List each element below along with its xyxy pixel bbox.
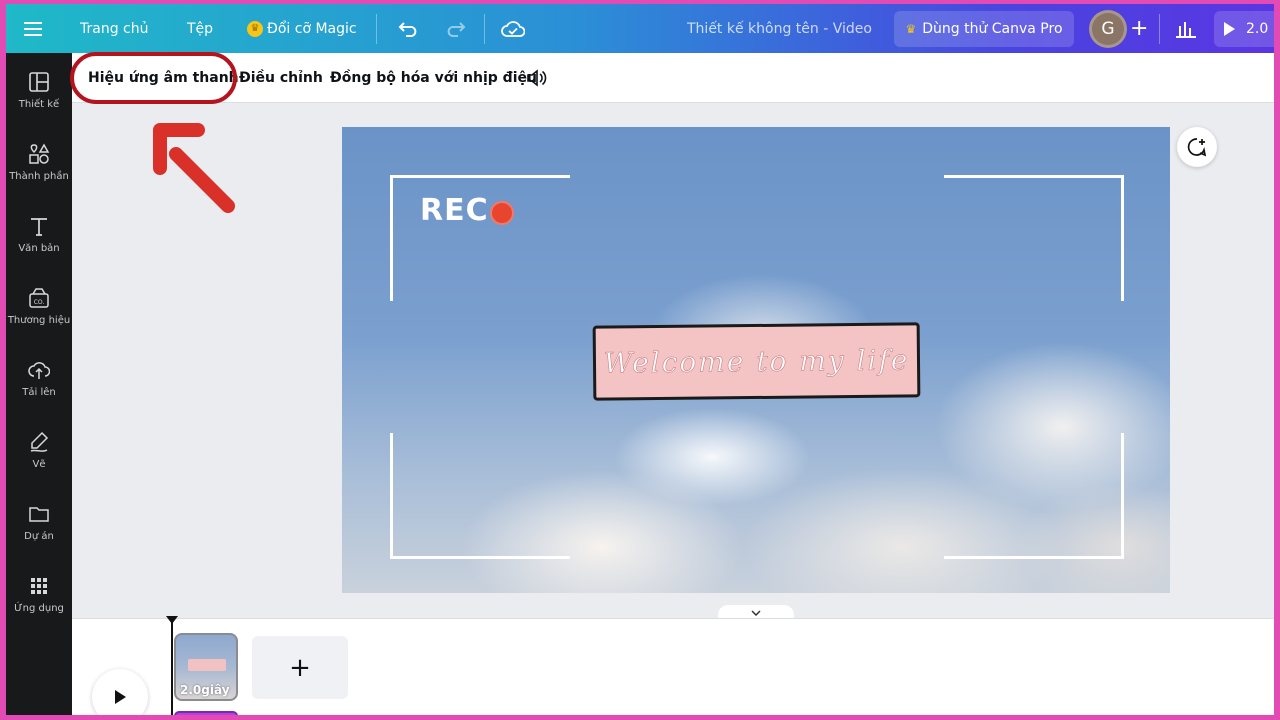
- highlight-circle-annotation: [70, 52, 237, 104]
- sidebar-item-label: Thành phần: [9, 171, 69, 182]
- try-canva-pro-button[interactable]: ♛ Dùng thử Canva Pro: [894, 11, 1074, 47]
- undo-icon[interactable]: [398, 4, 420, 53]
- timeline-play-button[interactable]: [92, 669, 148, 715]
- magic-resize-label: Đổi cỡ Magic: [267, 20, 357, 37]
- frame-corner-bottom-right: [944, 433, 1124, 559]
- sidebar-item-label: Thương hiệu: [7, 315, 71, 326]
- toolbar-divider: [1159, 14, 1160, 44]
- top-bar: Trang chủ Tệp ♛ Đổi cỡ Magic Thiết kế kh…: [6, 4, 1274, 53]
- hamburger-icon[interactable]: [24, 4, 42, 53]
- upload-cloud-icon: [28, 362, 50, 379]
- audio-track[interactable]: [174, 711, 238, 715]
- insights-chart-icon[interactable]: [1176, 4, 1196, 53]
- toolbar-divider: [484, 14, 485, 44]
- frame-corner-bottom-left: [390, 433, 570, 559]
- preview-duration: 2.0: [1246, 21, 1269, 37]
- playhead[interactable]: [171, 619, 173, 715]
- toolbar-divider: [376, 14, 377, 44]
- layout-icon: [29, 72, 49, 92]
- text-icon: [31, 218, 47, 236]
- cloud-saved-icon[interactable]: [501, 4, 525, 53]
- clip-thumbnail: [188, 659, 226, 671]
- sidebar-item-label: Dự án: [24, 531, 54, 542]
- welcome-text-box[interactable]: Welcome to my life: [592, 322, 921, 401]
- crown-icon: ♛: [247, 20, 263, 37]
- playhead-handle[interactable]: [165, 615, 179, 625]
- add-member-icon[interactable]: +: [1130, 4, 1148, 53]
- add-comment-icon[interactable]: [1177, 127, 1217, 167]
- draw-icon: [30, 431, 49, 452]
- sidebar-item-label: Văn bản: [18, 243, 60, 254]
- red-arrow-annotation: [153, 123, 235, 213]
- play-icon: [115, 690, 126, 704]
- chevron-down-icon: [751, 610, 761, 616]
- video-canvas[interactable]: REC Welcome to my life: [342, 127, 1170, 593]
- add-clip-button[interactable]: +: [252, 636, 348, 699]
- sidebar-item-uploads[interactable]: Tải lên: [6, 353, 72, 413]
- beat-sync-button[interactable]: Đồng bộ hóa với nhịp điệu: [330, 53, 537, 103]
- timeline-clip[interactable]: 2.0giây: [174, 633, 238, 701]
- volume-icon[interactable]: [526, 53, 548, 103]
- welcome-text: Welcome to my life: [603, 343, 910, 380]
- pro-button-label: Dùng thử Canva Pro: [922, 21, 1063, 37]
- file-menu[interactable]: Tệp: [187, 4, 213, 53]
- apps-grid-icon: [31, 578, 47, 594]
- sidebar-item-elements[interactable]: Thành phần: [6, 137, 72, 197]
- sidebar-item-label: Vẽ: [32, 459, 46, 470]
- avatar[interactable]: G: [1089, 10, 1127, 48]
- folder-icon: [29, 507, 49, 522]
- sidebar-item-brand[interactable]: CO. Thương hiệu: [6, 281, 72, 341]
- sidebar-item-label: Thiết kế: [18, 99, 60, 110]
- sidebar-item-projects[interactable]: Dự án: [6, 497, 72, 557]
- sidebar-item-label: Tải lên: [22, 387, 56, 398]
- play-icon: [1224, 22, 1235, 36]
- home-link[interactable]: Trang chủ: [80, 4, 148, 53]
- sidebar-item-label: Ứng dụng: [14, 603, 64, 614]
- document-title[interactable]: Thiết kế không tên - Video: [687, 4, 872, 53]
- redo-icon[interactable]: [444, 4, 466, 53]
- adjust-button[interactable]: Điều chỉnh: [239, 53, 323, 103]
- rec-dot[interactable]: [490, 201, 514, 225]
- rec-label[interactable]: REC: [420, 193, 489, 228]
- sidebar-item-apps[interactable]: Ứng dụng: [6, 569, 72, 629]
- canva-editor: Trang chủ Tệp ♛ Đổi cỡ Magic Thiết kế kh…: [6, 4, 1274, 715]
- shapes-icon: [29, 143, 50, 164]
- svg-text:CO.: CO.: [34, 299, 45, 306]
- play-preview-button[interactable]: 2.0: [1214, 11, 1274, 47]
- magic-resize-button[interactable]: ♛ Đổi cỡ Magic: [247, 4, 357, 53]
- sidebar-item-design[interactable]: Thiết kế: [6, 65, 72, 125]
- clip-duration: 2.0giây: [180, 683, 230, 697]
- crown-icon: ♛: [905, 22, 917, 36]
- context-toolbar: Hiệu ứng âm thanh Điều chỉnh Đồng bộ hóa…: [72, 53, 1274, 103]
- sidebar-item-draw[interactable]: Vẽ: [6, 425, 72, 485]
- brand-icon: CO.: [29, 288, 49, 308]
- left-sidebar: Thiết kế Thành phần Văn bản CO. Thương h…: [6, 53, 72, 715]
- timeline-panel: 2.0giây +: [72, 615, 1274, 715]
- sidebar-item-text[interactable]: Văn bản: [6, 209, 72, 269]
- frame-corner-top-right: [944, 175, 1124, 301]
